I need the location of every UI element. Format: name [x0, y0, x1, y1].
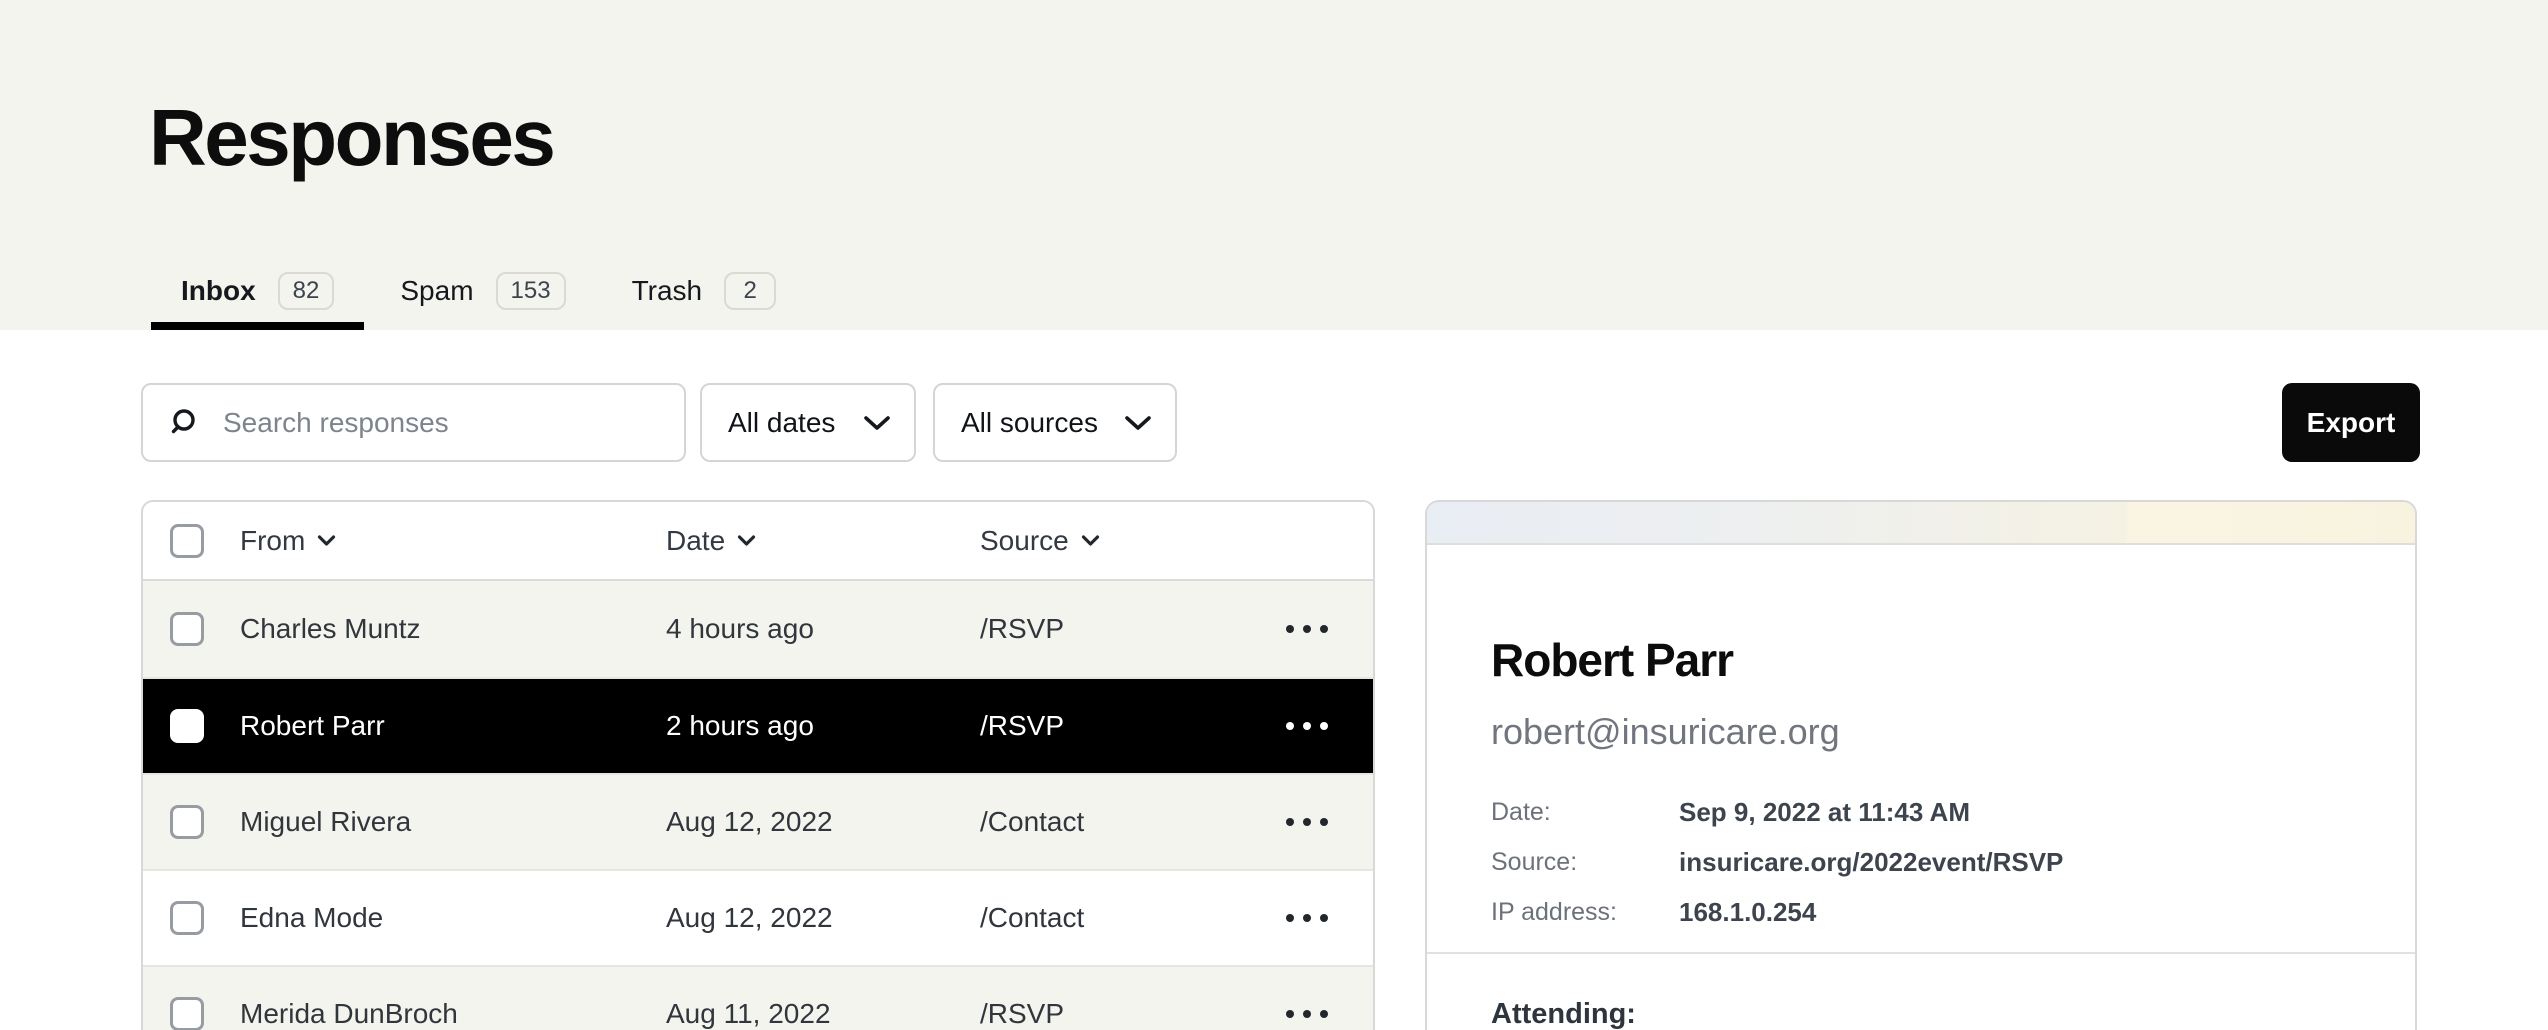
table-row-robert-parr[interactable]: Robert Parr 2 hours ago /RSVP — [143, 677, 1373, 773]
chevron-down-icon — [1123, 413, 1153, 433]
row-checkbox[interactable] — [170, 901, 204, 935]
export-button[interactable]: Export — [2282, 383, 2420, 462]
row-source: /RSVP — [980, 998, 1276, 1030]
filter-toolbar: All dates All sources Export — [0, 383, 2548, 462]
row-checkbox[interactable] — [170, 997, 204, 1030]
row-date: 2 hours ago — [666, 710, 980, 742]
tabs: Inbox 82 Spam 153 Trash 2 — [151, 260, 806, 330]
sort-from-header[interactable]: From — [240, 525, 336, 557]
row-from: Miguel Rivera — [240, 806, 666, 838]
row-actions-menu-icon[interactable] — [1286, 722, 1328, 730]
row-date: Aug 12, 2022 — [666, 902, 980, 934]
meta-value-source: insuricare.org/2022event/RSVP — [1679, 849, 2351, 875]
sort-date-header[interactable]: Date — [666, 525, 756, 557]
select-all-checkbox[interactable] — [170, 524, 204, 558]
tab-spam-count-badge: 153 — [496, 272, 566, 310]
response-detail-panel: Robert Parr robert@insuricare.org Date: … — [1425, 500, 2417, 1030]
row-source: /Contact — [980, 902, 1276, 934]
meta-label-ip: IP address: — [1491, 899, 1679, 925]
tab-trash[interactable]: Trash 2 — [602, 260, 807, 330]
row-date: 4 hours ago — [666, 613, 980, 645]
table-row-miguel-rivera[interactable]: Miguel Rivera Aug 12, 2022 /Contact — [143, 773, 1373, 869]
attending-heading: Attending: — [1491, 998, 2351, 1030]
responses-list: Charles Muntz 4 hours ago /RSVP Robert P… — [143, 581, 1373, 1030]
detail-divider — [1427, 952, 2415, 954]
page-header: Responses Inbox 82 Spam 153 Trash 2 — [0, 0, 2548, 330]
detail-body: Robert Parr robert@insuricare.org Date: … — [1427, 633, 2415, 1030]
detail-header-gradient — [1427, 502, 2415, 545]
row-from: Edna Mode — [240, 902, 666, 934]
page-title: Responses — [149, 92, 553, 184]
row-from: Robert Parr — [240, 710, 666, 742]
respondent-email: robert@insuricare.org — [1491, 711, 2351, 753]
meta-value-date: Sep 9, 2022 at 11:43 AM — [1679, 799, 2351, 825]
tab-trash-count-badge: 2 — [724, 272, 776, 310]
table-row-merida-dunbroch[interactable]: Merida DunBroch Aug 11, 2022 /RSVP — [143, 965, 1373, 1030]
column-label-date: Date — [666, 525, 725, 557]
search-icon — [169, 407, 201, 439]
date-filter-dropdown[interactable]: All dates — [700, 383, 916, 462]
source-filter-value: All sources — [961, 407, 1098, 439]
row-source: /RSVP — [980, 710, 1276, 742]
tab-trash-label: Trash — [632, 275, 703, 307]
table-row-edna-mode[interactable]: Edna Mode Aug 12, 2022 /Contact — [143, 869, 1373, 965]
source-filter-dropdown[interactable]: All sources — [933, 383, 1177, 462]
respondent-name: Robert Parr — [1491, 633, 2351, 687]
column-label-from: From — [240, 525, 305, 557]
row-from: Charles Muntz — [240, 613, 666, 645]
sort-source-header[interactable]: Source — [980, 525, 1100, 557]
search-box[interactable] — [141, 383, 686, 462]
row-checkbox[interactable] — [170, 805, 204, 839]
row-checkbox[interactable] — [170, 709, 204, 743]
date-filter-value: All dates — [728, 407, 835, 439]
row-from: Merida DunBroch — [240, 998, 666, 1030]
list-header: From Date Source — [143, 502, 1373, 581]
row-actions-menu-icon[interactable] — [1286, 1010, 1328, 1018]
row-checkbox[interactable] — [170, 612, 204, 646]
responses-list-panel: From Date Source Charles Muntz 4 hours a… — [141, 500, 1375, 1030]
search-input[interactable] — [223, 407, 660, 439]
tab-inbox-label: Inbox — [181, 275, 256, 307]
row-actions-menu-icon[interactable] — [1286, 625, 1328, 633]
chevron-down-icon — [737, 534, 756, 547]
tab-spam-label: Spam — [400, 275, 473, 307]
row-actions-menu-icon[interactable] — [1286, 818, 1328, 826]
row-date: Aug 11, 2022 — [666, 998, 980, 1030]
row-date: Aug 12, 2022 — [666, 806, 980, 838]
tab-inbox[interactable]: Inbox 82 — [151, 260, 364, 330]
chevron-down-icon — [317, 534, 336, 547]
response-meta: Date: Sep 9, 2022 at 11:43 AM Source: in… — [1491, 799, 2351, 925]
tab-spam[interactable]: Spam 153 — [370, 260, 595, 330]
meta-label-source: Source: — [1491, 849, 1679, 875]
chevron-down-icon — [1081, 534, 1100, 547]
tab-inbox-count-badge: 82 — [278, 272, 335, 310]
row-source: /Contact — [980, 806, 1276, 838]
table-row-charles-muntz[interactable]: Charles Muntz 4 hours ago /RSVP — [143, 581, 1373, 677]
row-source: /RSVP — [980, 613, 1276, 645]
column-label-source: Source — [980, 525, 1069, 557]
chevron-down-icon — [862, 413, 892, 433]
row-actions-menu-icon[interactable] — [1286, 914, 1328, 922]
meta-value-ip: 168.1.0.254 — [1679, 899, 2351, 925]
meta-label-date: Date: — [1491, 799, 1679, 825]
